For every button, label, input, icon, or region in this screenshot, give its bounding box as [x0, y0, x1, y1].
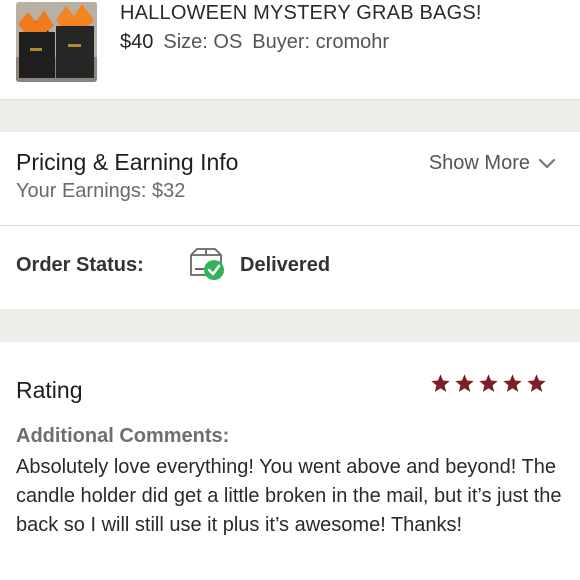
item-buyer: Buyer: cromohr [252, 31, 390, 53]
item-price: $40 [120, 31, 154, 53]
rating-stars [430, 373, 547, 394]
rating-title: Rating [16, 377, 83, 403]
star-icon [479, 374, 498, 392]
comments-label: Additional Comments: [16, 425, 230, 447]
order-item-row[interactable]: HALLOWEEN MYSTERY GRAB BAGS! $40 Size: OS… [0, 0, 580, 100]
star-icon [503, 374, 522, 392]
pricing-section: Pricing & Earning Info Your Earnings: $3… [0, 132, 580, 226]
section-divider [0, 100, 580, 132]
chevron-down-icon [538, 158, 556, 168]
box-check-icon [190, 248, 224, 280]
show-more-button[interactable]: Show More [429, 152, 556, 175]
star-icon [455, 374, 474, 392]
section-divider [0, 309, 580, 342]
show-more-label: Show More [428, 152, 530, 174]
star-icon [527, 374, 546, 392]
star-icon [431, 374, 450, 392]
comments-text: Absolutely love everything! You went abo… [16, 456, 562, 536]
order-status-label: Order Status: [16, 254, 144, 276]
earnings-text: Your Earnings: $32 [16, 180, 186, 202]
order-status-section: Order Status: Delivered [0, 226, 580, 309]
item-size: Size: OS [163, 31, 243, 53]
item-title: HALLOWEEN MYSTERY GRAB BAGS! [120, 2, 482, 24]
order-status-value: Delivered [240, 254, 331, 276]
rating-section: Rating Additional Comments: Absolutely l… [0, 342, 580, 580]
pricing-title: Pricing & Earning Info [16, 149, 239, 175]
item-meta: $40 Size: OS Buyer: cromohr [120, 31, 389, 54]
product-thumbnail[interactable] [16, 2, 97, 82]
